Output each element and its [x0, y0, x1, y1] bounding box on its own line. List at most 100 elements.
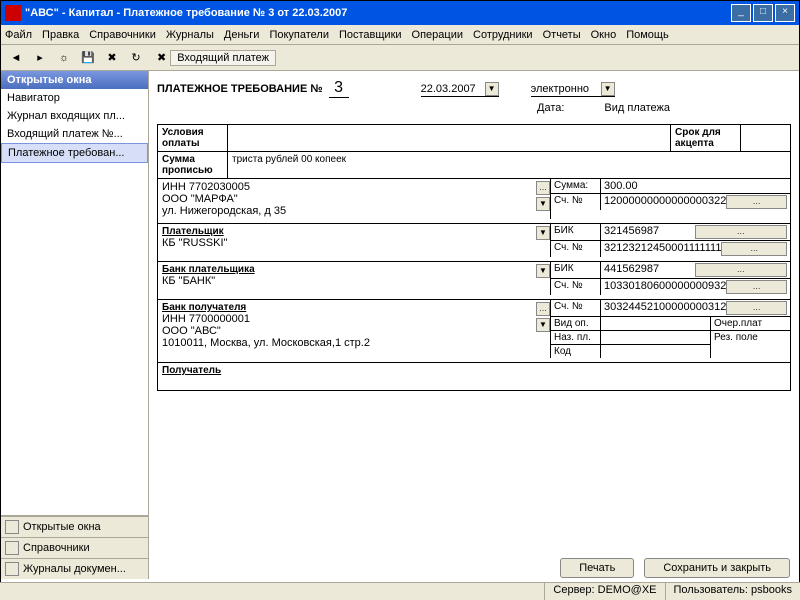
lookup-icon[interactable]: …: [695, 225, 788, 239]
save-icon[interactable]: 💾: [77, 48, 99, 68]
menu-ops[interactable]: Операции: [412, 29, 463, 41]
maximize-button[interactable]: □: [753, 4, 773, 22]
date-dropdown-icon[interactable]: ▼: [485, 82, 499, 96]
sidebar-btn-dicts[interactable]: Справочники: [1, 537, 148, 558]
lookup-icon[interactable]: …: [721, 242, 787, 256]
bik1-label: БИК: [551, 224, 601, 240]
paytype-input[interactable]: [531, 83, 601, 95]
sidebar-list: Навигатор Журнал входящих пл... Входящий…: [1, 89, 148, 515]
toolbar: ◄ ▸ ☼ 💾 ✖ ↻ ✖ Входящий платеж: [1, 45, 799, 71]
menu-suppliers[interactable]: Поставщики: [339, 29, 402, 41]
lookup-icon[interactable]: …: [726, 195, 787, 209]
sidebar-btn-journals[interactable]: Журналы докумен...: [1, 558, 148, 579]
document-table: Условия оплаты Срок для акцепта Сумма пр…: [157, 124, 791, 179]
menu-money[interactable]: Деньги: [224, 29, 260, 41]
doc-number-input[interactable]: [329, 79, 349, 98]
app-icon: [5, 5, 21, 21]
lookup-icon[interactable]: …: [726, 301, 787, 315]
sch1-value: 12000000000000000322: [604, 195, 726, 209]
sch3-label: Сч. №: [551, 279, 601, 295]
lookup-icon[interactable]: …: [695, 263, 788, 277]
delete-icon[interactable]: ✖: [101, 48, 123, 68]
sum-value: 300.00: [604, 180, 787, 192]
back-button[interactable]: ◄: [5, 48, 27, 68]
sch1-label: Сч. №: [551, 194, 601, 210]
statusbar: Сервер: DEMO@XE Пользователь: psbooks: [0, 582, 800, 600]
addr2: 1010011, Москва, ул. Московская,1 стр.2: [162, 337, 530, 349]
sch4-label: Сч. №: [551, 300, 601, 316]
menu-edit[interactable]: Правка: [42, 29, 79, 41]
sch2-label: Сч. №: [551, 241, 601, 257]
window-title: "АВС" - Капитал - Платежное требование №…: [25, 7, 731, 19]
sidebar-item-navigator[interactable]: Навигатор: [1, 89, 148, 107]
sidebar-item-incoming[interactable]: Входящий платеж №...: [1, 125, 148, 143]
menu-window[interactable]: Окно: [591, 29, 617, 41]
dropdown-icon[interactable]: ▼: [536, 264, 550, 278]
refresh-icon[interactable]: ↻: [125, 48, 147, 68]
cond-label: Условия оплаты: [158, 125, 228, 152]
minimize-button[interactable]: _: [731, 4, 751, 22]
deadline-label: Срок для акцепта: [671, 125, 741, 152]
dropdown-icon[interactable]: ▼: [536, 226, 550, 240]
inn2: ИНН 7700000001: [162, 313, 530, 325]
fwd-button[interactable]: ▸: [29, 48, 51, 68]
ocher-label: Очер.плат: [711, 317, 790, 331]
payer-label: Плательщик: [162, 226, 530, 237]
sidebar: Открытые окна Навигатор Журнал входящих …: [1, 71, 149, 579]
doc-title: ПЛАТЕЖНОЕ ТРЕБОВАНИЕ №: [157, 83, 323, 95]
recv-input[interactable]: [162, 376, 786, 388]
vidop-label: Вид оп.: [551, 317, 601, 330]
sidebar-header: Открытые окна: [1, 71, 148, 89]
sidebar-item-journal[interactable]: Журнал входящих пл...: [1, 107, 148, 125]
menu-dict[interactable]: Справочники: [89, 29, 156, 41]
sidebar-item-payment-demand[interactable]: Платежное требован...: [1, 143, 148, 163]
status-user: Пользователь: psbooks: [665, 583, 800, 600]
menu-file[interactable]: Файл: [5, 29, 32, 41]
inn1: ИНН 7702030005: [162, 181, 530, 193]
menu-help[interactable]: Помощь: [626, 29, 669, 41]
sch2-value: 32123212450001111111: [604, 242, 721, 256]
rezpole-label: Рез. поле: [711, 331, 790, 344]
date-label: Дата:: [537, 102, 564, 114]
sidebar-btn-open-windows[interactable]: Открытые окна: [1, 516, 148, 537]
print-button[interactable]: Печать: [560, 558, 634, 578]
titlebar: "АВС" - Капитал - Платежное требование №…: [1, 1, 799, 25]
date-input[interactable]: [421, 83, 485, 95]
bik1-value: 321456987: [604, 225, 695, 239]
bankrecv-label: Банк получателя: [162, 302, 530, 313]
org2: ООО "АВС": [162, 325, 530, 337]
lookup-icon[interactable]: …: [536, 181, 550, 195]
bank1: КБ "RUSSKI": [162, 237, 530, 249]
paytype-label: Вид платежа: [604, 102, 670, 114]
sumwords-label: Сумма прописью: [158, 152, 228, 179]
menu-journals[interactable]: Журналы: [166, 29, 214, 41]
lookup-icon[interactable]: …: [536, 302, 550, 316]
book-icon: [5, 541, 19, 555]
menu-staff[interactable]: Сотрудники: [473, 29, 533, 41]
close-button[interactable]: ×: [775, 4, 795, 22]
bank2: КБ "БАНК": [162, 275, 530, 287]
paytype-dropdown-icon[interactable]: ▼: [601, 82, 615, 96]
menu-reports[interactable]: Отчеты: [543, 29, 581, 41]
bankpayer-label: Банк плательщика: [162, 264, 530, 275]
sch3-value: 10330180600000000932: [604, 280, 726, 294]
menu-buyers[interactable]: Покупатели: [269, 29, 329, 41]
new-button[interactable]: ☼: [53, 48, 75, 68]
dropdown-icon[interactable]: ▼: [536, 318, 550, 332]
bik2-value: 441562987: [604, 263, 695, 277]
nazpl-label: Наз. пл.: [551, 331, 601, 344]
status-server: Сервер: DEMO@XE: [544, 583, 664, 600]
tab-close-icon[interactable]: ✖: [157, 51, 166, 64]
dropdown-icon[interactable]: ▼: [536, 197, 550, 211]
menubar: Файл Правка Справочники Журналы Деньги П…: [1, 25, 799, 45]
recv-label: Получатель: [162, 365, 786, 376]
sumwords-value: триста рублей 00 копеек: [228, 152, 791, 179]
document-area: ПЛАТЕЖНОЕ ТРЕБОВАНИЕ № ▼ ▼ Дата: Вид пла…: [149, 71, 799, 579]
bik2-label: БИК: [551, 262, 601, 278]
sum-label: Сумма:: [551, 179, 601, 193]
sch4-value: 30324452100000000312: [604, 301, 726, 315]
tab-incoming-payment[interactable]: Входящий платеж: [170, 50, 276, 66]
lookup-icon[interactable]: …: [726, 280, 787, 294]
save-close-button[interactable]: Сохранить и закрыть: [644, 558, 790, 578]
kod-label: Код: [551, 345, 601, 358]
